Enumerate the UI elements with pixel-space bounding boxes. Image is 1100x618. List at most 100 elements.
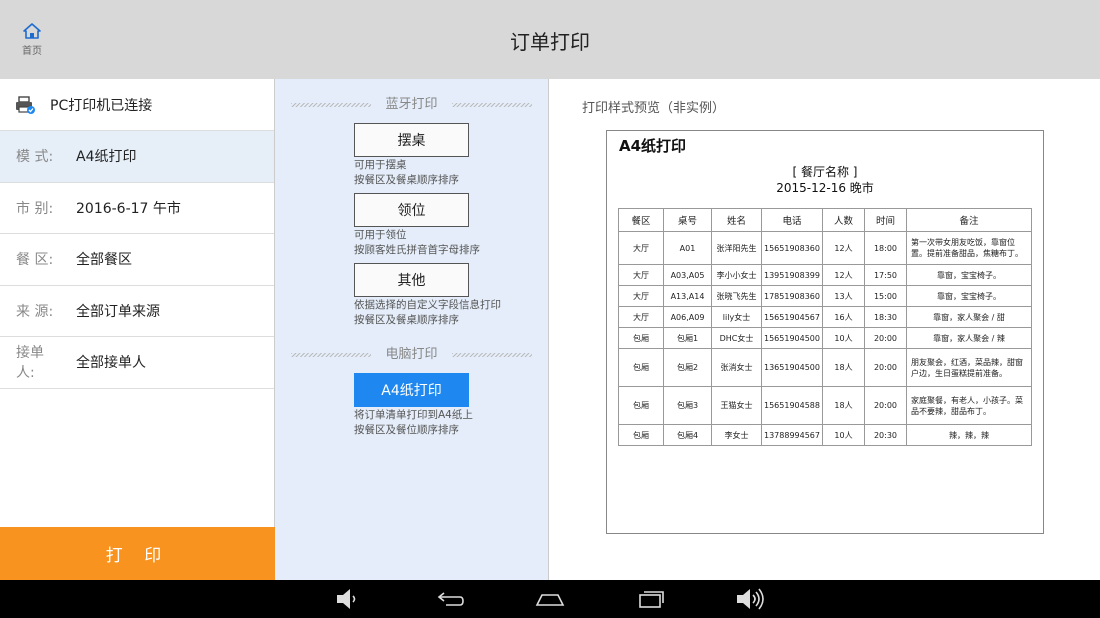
column-header: 人数 bbox=[822, 208, 865, 232]
home-nav-icon[interactable] bbox=[534, 585, 566, 613]
filter-market-value: 2016-6-17 午市 bbox=[76, 200, 181, 217]
pc-title-label: 电脑打印 bbox=[377, 347, 446, 362]
table-cell: 18人 bbox=[822, 348, 865, 387]
printer-status-label: PC打印机已连接 bbox=[50, 97, 153, 114]
table-cell: 15651908360 bbox=[761, 231, 823, 265]
table-cell: 靠窗，宝宝椅子。 bbox=[906, 264, 1032, 286]
table-cell: 张晓飞先生 bbox=[711, 285, 762, 307]
filter-receiver-value: 全部接单人 bbox=[76, 355, 146, 372]
table-cell: 家庭聚餐，有老人，小孩子。菜品不要辣，甜品布丁。 bbox=[906, 386, 1032, 425]
column-header: 姓名 bbox=[711, 208, 762, 232]
print-button[interactable]: 打 印 bbox=[0, 527, 275, 580]
option-desc: 按餐区及餐位顺序排序 bbox=[354, 424, 459, 436]
other-button[interactable]: 其他 bbox=[354, 263, 469, 297]
table-cell: 王猫女士 bbox=[711, 386, 762, 425]
table-cell: 包厢 bbox=[618, 327, 664, 349]
column-header: 时间 bbox=[864, 208, 907, 232]
table-cell: 包厢4 bbox=[663, 424, 712, 446]
orders-table: 餐区 桌号 姓名 电话 人数 时间 备注 大厅 A01 张洋阳先生 156519083… bbox=[618, 208, 1032, 446]
table-cell: 13951908399 bbox=[761, 264, 823, 286]
seating-button[interactable]: 领位 bbox=[354, 193, 469, 227]
filter-receiver[interactable]: 接单人: 全部接单人 bbox=[0, 337, 274, 389]
table-cell: 13788994567 bbox=[761, 424, 823, 446]
table-setup-button[interactable]: 摆桌 bbox=[354, 123, 469, 157]
bluetooth-section-title: 蓝牙打印 bbox=[275, 93, 548, 117]
a4-print-button[interactable]: A4纸打印 bbox=[354, 373, 469, 407]
table-cell: 17:50 bbox=[864, 264, 907, 286]
table-cell: 包厢 bbox=[618, 348, 664, 387]
table-cell: 18:30 bbox=[864, 306, 907, 328]
table-cell: 10人 bbox=[822, 424, 865, 446]
table-cell: 包厢 bbox=[618, 386, 664, 425]
table-cell: 张消女士 bbox=[711, 348, 762, 387]
table-row: 大厅 A06,A09 lily女士 15651904567 16人 18:30 靠窗，家人聚… bbox=[618, 306, 1032, 328]
filter-mode[interactable]: 模 式: A4纸打印 bbox=[0, 131, 274, 183]
table-cell: 12人 bbox=[822, 231, 865, 265]
restaurant-name: [ 餐厅名称 ] bbox=[792, 165, 858, 179]
table-row: 包厢 包厢4 李女士 13788994567 10人 20:30 辣，辣，辣 bbox=[618, 424, 1032, 446]
table-cell: A03,A05 bbox=[663, 264, 712, 286]
table-cell: lily女士 bbox=[711, 306, 762, 328]
filter-mode-label: 模 式: bbox=[16, 149, 54, 166]
pc-section-title: 电脑打印 bbox=[275, 343, 548, 367]
table-cell: 20:00 bbox=[864, 348, 907, 387]
table-header-row: 餐区 桌号 姓名 电话 人数 时间 备注 bbox=[618, 208, 1032, 232]
printer-status: PC打印机已连接 bbox=[0, 79, 274, 131]
volume-down-icon[interactable] bbox=[334, 585, 364, 613]
table-cell: 第一次带女朋友吃饭，靠窗位置。提前准备甜品，焦糖布丁。 bbox=[906, 231, 1032, 265]
table-cell: A13,A14 bbox=[663, 285, 712, 307]
table-cell: 15651904500 bbox=[761, 327, 823, 349]
table-cell: 包厢 bbox=[618, 424, 664, 446]
filter-mode-value: A4纸打印 bbox=[76, 149, 137, 166]
table-cell: 靠窗，宝宝椅子。 bbox=[906, 285, 1032, 307]
preview-panel: 打印样式预览（非实例） A4纸打印 [ 餐厅名称 ] 2015-12-16 晚市… bbox=[550, 79, 1100, 580]
preview-title: 打印样式预览（非实例） bbox=[582, 101, 726, 116]
table-cell: 16人 bbox=[822, 306, 865, 328]
page-title: 订单打印 bbox=[510, 30, 590, 54]
table-cell: 张洋阳先生 bbox=[711, 231, 762, 265]
system-nav-bar bbox=[0, 580, 1100, 618]
table-row: 包厢 包厢2 张消女士 13651904500 18人 20:00 朋友聚会，红酒，菜品辣，… bbox=[618, 348, 1032, 387]
table-cell: DHC女士 bbox=[711, 327, 762, 349]
table-cell: 13人 bbox=[822, 285, 865, 307]
recents-icon[interactable] bbox=[636, 585, 666, 613]
top-bar: 首页 订单打印 bbox=[0, 0, 1100, 79]
filter-market[interactable]: 市 别: 2016-6-17 午市 bbox=[0, 183, 274, 234]
column-header: 餐区 bbox=[618, 208, 664, 232]
table-cell: 包厢2 bbox=[663, 348, 712, 387]
filter-source[interactable]: 来 源: 全部订单来源 bbox=[0, 286, 274, 337]
paper-preview: A4纸打印 [ 餐厅名称 ] 2015-12-16 晚市 餐区 桌号 姓名 电话… bbox=[606, 130, 1044, 534]
volume-up-icon[interactable] bbox=[734, 585, 770, 613]
table-cell: 李女士 bbox=[711, 424, 762, 446]
table-cell: A06,A09 bbox=[663, 306, 712, 328]
option-desc: 按顾客姓氏拼音首字母排序 bbox=[354, 244, 480, 256]
printer-icon bbox=[16, 95, 35, 114]
table-row: 大厅 A01 张洋阳先生 15651908360 12人 18:00 第一次带女朋友吃饭，靠… bbox=[618, 231, 1032, 265]
table-row: 大厅 A13,A14 张晓飞先生 17851908360 13人 15:00 靠窗，宝宝椅子… bbox=[618, 285, 1032, 307]
table-cell: 大厅 bbox=[618, 306, 664, 328]
table-cell: 10人 bbox=[822, 327, 865, 349]
table-cell: 朋友聚会，红酒，菜品辣，甜窗户边，生日蛋糕提前准备。 bbox=[906, 348, 1032, 387]
bluetooth-title-label: 蓝牙打印 bbox=[377, 97, 446, 112]
option-desc: 可用于领位 bbox=[354, 229, 407, 241]
table-cell: 20:30 bbox=[864, 424, 907, 446]
table-cell: A01 bbox=[663, 231, 712, 265]
table-cell: 15651904567 bbox=[761, 306, 823, 328]
left-panel: PC打印机已连接 模 式: A4纸打印 市 别: 2016-6-17 午市 餐 … bbox=[0, 79, 275, 580]
option-desc: 将订单清单打印到A4纸上 bbox=[354, 409, 473, 421]
filter-area[interactable]: 餐 区: 全部餐区 bbox=[0, 234, 274, 286]
table-cell: 13651904500 bbox=[761, 348, 823, 387]
table-cell: 李小小女士 bbox=[711, 264, 762, 286]
back-icon[interactable] bbox=[434, 585, 466, 613]
filter-market-label: 市 别: bbox=[16, 200, 54, 217]
filter-receiver-label: 接单人: bbox=[16, 345, 44, 382]
date-line: 2015-12-16 晚市 bbox=[776, 181, 874, 195]
table-cell: 20:00 bbox=[864, 327, 907, 349]
table-row: 包厢 包厢1 DHC女士 15651904500 10人 20:00 靠窗，家人聚会 / 辣 bbox=[618, 327, 1032, 349]
column-header: 备注 bbox=[906, 208, 1032, 232]
option-table-setup: 摆桌 可用于摆桌 按餐区及餐桌顺序排序 bbox=[354, 123, 548, 187]
option-a4: A4纸打印 将订单清单打印到A4纸上 按餐区及餐位顺序排序 bbox=[354, 373, 548, 437]
table-cell: 17851908360 bbox=[761, 285, 823, 307]
option-other: 其他 依据选择的自定义字段信息打印 按餐区及餐桌顺序排序 bbox=[354, 263, 548, 327]
table-cell: 大厅 bbox=[618, 231, 664, 265]
